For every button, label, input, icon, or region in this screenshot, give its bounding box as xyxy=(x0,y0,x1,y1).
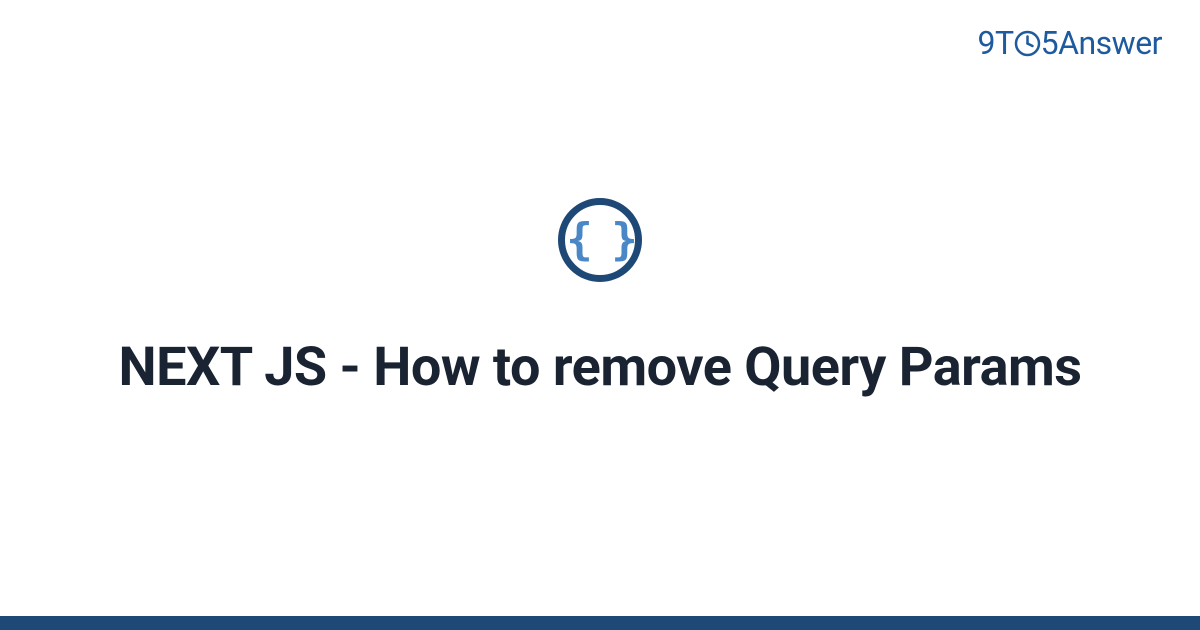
clock-icon xyxy=(1014,30,1041,57)
bottom-accent-bar xyxy=(0,616,1200,630)
brand-prefix: 9T xyxy=(978,24,1014,62)
page-title: NEXT JS - How to remove Query Params xyxy=(118,334,1081,402)
brand-logo: 9T 5Answer xyxy=(978,24,1162,62)
code-braces-icon: { } xyxy=(558,198,642,282)
main-content: { } NEXT JS - How to remove Query Params xyxy=(0,0,1200,630)
braces-glyph: { } xyxy=(566,218,633,262)
brand-suffix: 5Answer xyxy=(1041,24,1162,62)
